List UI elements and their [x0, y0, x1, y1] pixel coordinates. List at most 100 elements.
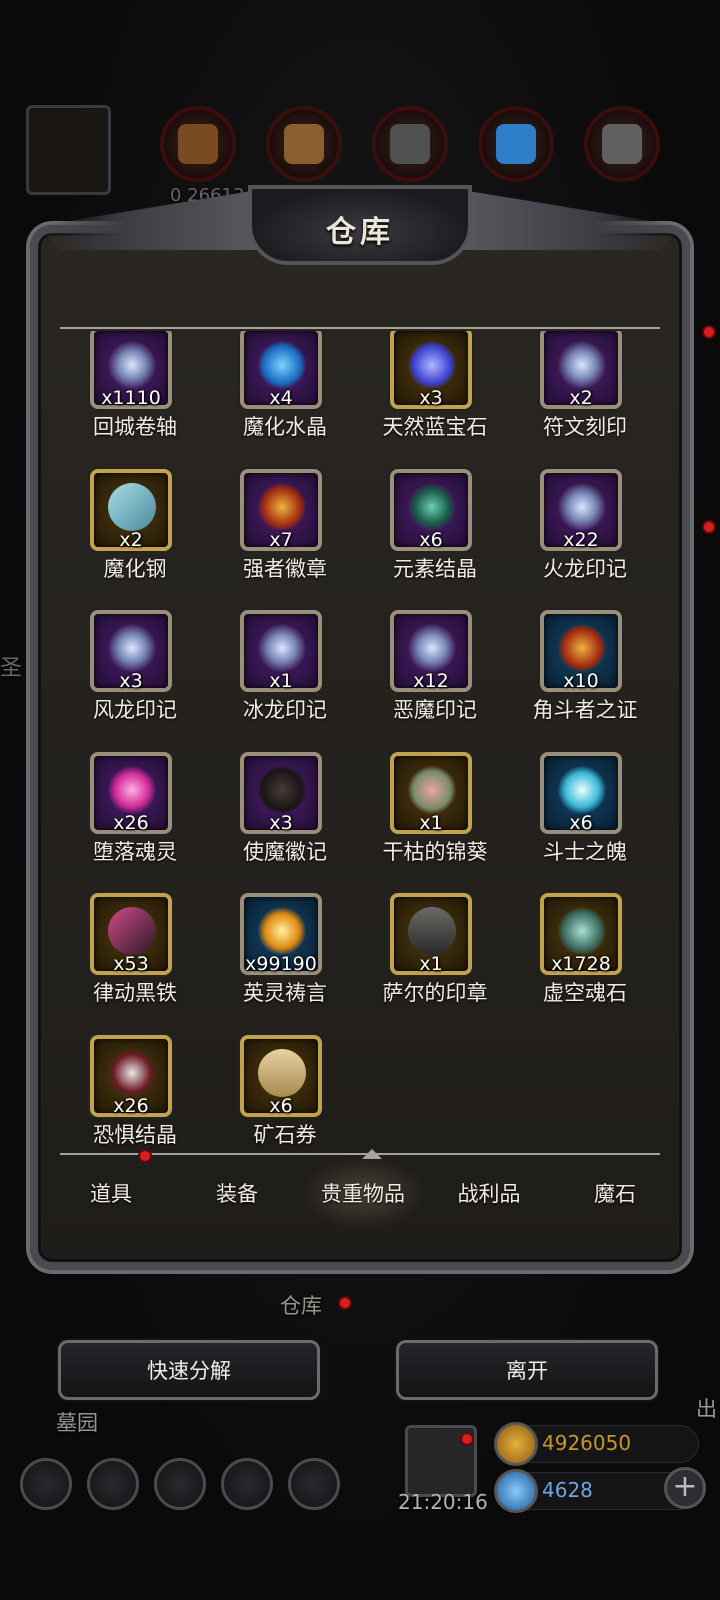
inventory-item[interactable]: x26 堕落魂灵 — [60, 751, 210, 882]
inventory-item[interactable]: x4 魔化水晶 — [210, 331, 360, 457]
vortex-icon — [258, 624, 306, 672]
inventory-item[interactable]: x26 恐惧结晶 — [60, 1034, 210, 1152]
inventory-item[interactable]: x6 矿石券 — [210, 1034, 360, 1152]
inventory-item[interactable]: x1728 虚空魂石 — [510, 893, 660, 1023]
settings-icon[interactable] — [20, 1458, 72, 1510]
vortex-icon — [558, 482, 606, 531]
item-slot[interactable]: x1 — [390, 751, 472, 834]
item-count: x53 — [113, 953, 149, 975]
inventory-item[interactable]: x1 萨尔的印章 — [360, 893, 510, 1023]
item-grid[interactable]: x1110 回城卷轴 x4 魔化水晶 x3 天然蓝宝石 x2 符文刻印 x2 魔化钢 x7 强者徽章 x… — [60, 331, 660, 1151]
gem-amount: 4628 — [542, 1478, 593, 1502]
item-label: 干枯的锦葵 — [382, 839, 488, 864]
gold-coin-icon — [494, 1422, 538, 1466]
item-label: 元素结晶 — [393, 556, 477, 581]
item-slot[interactable]: x3 — [90, 610, 172, 692]
item-slot[interactable]: x3 — [390, 331, 472, 409]
inventory-item[interactable]: x3 天然蓝宝石 — [360, 331, 510, 457]
tab-equipment[interactable]: 装备 — [174, 1157, 300, 1229]
item-slot[interactable]: x99190 — [240, 893, 322, 975]
tab-loot[interactable]: 战利品 — [426, 1157, 552, 1229]
item-slot[interactable]: x1 — [240, 610, 322, 692]
iron-resource-icon — [372, 106, 448, 182]
item-slot[interactable]: x2 — [540, 331, 622, 409]
notification-dot — [702, 325, 716, 339]
item-slot[interactable]: x1 — [390, 893, 472, 975]
item-slot[interactable]: x26 — [90, 751, 172, 834]
item-label: 角斗者之证 — [532, 698, 638, 722]
item-label: 回城卷轴 — [93, 415, 177, 439]
item-slot[interactable]: x6 — [240, 1034, 322, 1117]
tab-valuables[interactable]: 贵重物品 — [300, 1157, 426, 1229]
item-label: 风龙印记 — [93, 698, 177, 722]
item-label: 魔化钢 — [103, 556, 167, 581]
warehouse-panel: 仓库 x1110 回城卷轴 x4 魔化水晶 x3 天然蓝宝石 x2 符文刻印 x2 魔化钢 x7 强者… — [18, 185, 702, 1285]
inventory-item[interactable]: x1110 回城卷轴 — [60, 331, 210, 457]
inventory-item[interactable]: x22 火龙印记 — [510, 468, 660, 599]
item-count: x26 — [113, 811, 149, 834]
item-slot[interactable]: x6 — [540, 751, 622, 834]
item-slot[interactable]: x6 — [390, 468, 472, 551]
badge-icon — [558, 624, 606, 672]
crystal-resource-icon — [478, 106, 554, 182]
game-screen: 0 26613 50000 … 4500000 圣 仓库 x1110回城卷轴x4… — [0, 0, 720, 1600]
star-icon[interactable] — [87, 1458, 139, 1510]
item-slot[interactable]: x4 — [240, 331, 322, 409]
item-slot[interactable]: x12 — [390, 610, 472, 692]
inventory-item[interactable]: x3 风龙印记 — [60, 610, 210, 740]
item-slot[interactable]: x3 — [240, 751, 322, 834]
item-slot[interactable]: x53 — [90, 893, 172, 975]
map-icon[interactable] — [288, 1458, 340, 1510]
item-count: x1 — [419, 953, 443, 975]
item-slot[interactable]: x22 — [540, 468, 622, 551]
inventory-item[interactable]: x99190 英灵祷言 — [210, 893, 360, 1023]
sapphire-icon — [408, 341, 456, 389]
item-label: 火龙印记 — [543, 556, 627, 581]
item-count: x1110 — [101, 387, 161, 409]
leave-button[interactable]: 离开 — [396, 1340, 658, 1400]
panel-title: 仓库 — [326, 215, 394, 250]
item-label: 恐惧结晶 — [93, 1122, 177, 1147]
leaf-icon — [408, 765, 456, 814]
item-slot[interactable]: x1110 — [90, 331, 172, 409]
warehouse-label: 仓库 — [280, 1294, 322, 1318]
rank-icon[interactable] — [154, 1458, 206, 1510]
item-slot[interactable]: x1728 — [540, 893, 622, 975]
tab-items[interactable]: 道具 — [48, 1157, 174, 1229]
inventory-item[interactable]: x12 恶魔印记 — [360, 610, 510, 740]
item-count: x1728 — [551, 953, 611, 975]
gold-currency: 4926050 — [494, 1422, 699, 1466]
quick-decompose-button[interactable]: 快速分解 — [58, 1340, 320, 1400]
item-slot[interactable]: x26 — [90, 1034, 172, 1117]
dark-stone-icon — [258, 765, 306, 814]
fear-crystal-icon — [108, 1048, 156, 1097]
item-count: x2 — [119, 528, 143, 551]
inventory-item[interactable]: x1 干枯的锦葵 — [360, 751, 510, 882]
inventory-item[interactable]: x53 律动黑铁 — [60, 893, 210, 1023]
tab-magic-stone[interactable]: 魔石 — [552, 1157, 678, 1229]
inventory-item[interactable]: x7 强者徽章 — [210, 468, 360, 599]
item-slot[interactable]: x2 — [90, 468, 172, 551]
mail-icon[interactable] — [221, 1458, 273, 1510]
item-slot[interactable]: x7 — [240, 468, 322, 551]
inventory-item[interactable]: x2 符文刻印 — [510, 331, 660, 457]
inventory-item[interactable]: x1 冰龙印记 — [210, 610, 360, 740]
item-count: x3 — [269, 811, 293, 834]
emblem-icon — [408, 907, 456, 955]
item-count: x22 — [563, 528, 599, 551]
item-label: 天然蓝宝石 — [382, 415, 488, 439]
golden-orb-icon — [258, 907, 306, 955]
inventory-item[interactable]: x6 斗士之魄 — [510, 751, 660, 882]
inventory-item[interactable]: x2 魔化钢 — [60, 468, 210, 599]
inventory-item[interactable]: x6 元素结晶 — [360, 468, 510, 599]
inventory-item[interactable]: x10 角斗者之证 — [510, 610, 660, 740]
item-slot[interactable]: x10 — [540, 610, 622, 692]
wood-resource-icon — [160, 106, 236, 182]
item-label: 冰龙印记 — [243, 698, 327, 722]
add-gems-button[interactable]: + — [664, 1467, 706, 1509]
vortex-icon — [108, 341, 156, 389]
inventory-item[interactable]: x3 使魔徽记 — [210, 751, 360, 882]
item-label: 英灵祷言 — [243, 981, 327, 1005]
item-count: x2 — [569, 387, 593, 409]
character-portrait — [26, 105, 111, 195]
